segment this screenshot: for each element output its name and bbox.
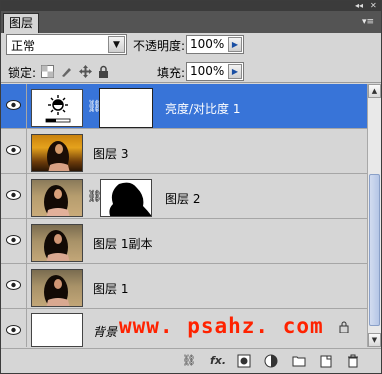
scroll-down-icon[interactable]: ▼ bbox=[368, 333, 381, 347]
layer-name[interactable]: 图层 2 bbox=[165, 190, 200, 207]
layers-panel: ◂◂ ✕ 图层 ▾≡ 正常 ▼ 不透明度: 100% ▶ 锁定: 填充: 100… bbox=[0, 0, 382, 374]
visibility-toggle[interactable] bbox=[1, 174, 27, 218]
eye-icon bbox=[6, 145, 21, 155]
opacity-label: 不透明度: bbox=[133, 39, 186, 53]
portrait-thumbnail-image bbox=[47, 141, 70, 171]
opacity-value: 100% bbox=[190, 37, 225, 51]
adjustment-thumbnail[interactable] bbox=[31, 89, 83, 127]
link-icon[interactable]: ⛓ bbox=[87, 188, 102, 204]
trash-icon[interactable] bbox=[346, 354, 360, 368]
layer-list: ⛓ 亮度/对比度 1 图层 3 ⛓ 图层 2 图层 1副本 图层 1 背景 bbox=[1, 84, 367, 347]
watermark-text: www. psahz. com bbox=[119, 314, 324, 338]
layer-actions-bar: ⛓ fx. bbox=[1, 348, 381, 373]
layer-thumbnail[interactable] bbox=[31, 224, 83, 262]
link-icon[interactable]: ⛓ bbox=[87, 98, 102, 114]
new-layer-icon[interactable] bbox=[319, 354, 333, 368]
layer-name[interactable]: 图层 3 bbox=[93, 145, 128, 162]
layer-thumbnail[interactable] bbox=[31, 134, 83, 172]
panel-tab-row: 图层 ▾≡ bbox=[1, 11, 381, 33]
scrollbar-thumb[interactable] bbox=[369, 174, 380, 326]
layer-row-2[interactable]: ⛓ 图层 2 bbox=[1, 174, 367, 219]
lock-all-icon[interactable] bbox=[97, 65, 110, 78]
lock-move-icon[interactable] bbox=[79, 65, 92, 78]
fill-label: 填充: bbox=[157, 66, 186, 80]
layer-thumbnail[interactable] bbox=[31, 269, 83, 307]
portrait-thumbnail-image bbox=[44, 185, 70, 216]
layer-row-3[interactable]: 图层 3 bbox=[1, 129, 367, 174]
panel-menu-icon[interactable]: ▾≡ bbox=[361, 16, 375, 28]
layer-row-brightness-contrast[interactable]: ⛓ 亮度/对比度 1 bbox=[1, 84, 367, 129]
layer-row-1[interactable]: 图层 1 bbox=[1, 264, 367, 309]
tab-layers[interactable]: 图层 bbox=[3, 13, 39, 33]
eye-icon bbox=[6, 100, 21, 110]
fill-arrow-icon[interactable]: ▶ bbox=[228, 64, 242, 79]
scroll-up-icon[interactable]: ▲ bbox=[368, 84, 381, 98]
lock-transparent-icon[interactable] bbox=[41, 65, 54, 78]
eye-icon bbox=[6, 190, 21, 200]
blend-mode-value: 正常 bbox=[11, 39, 36, 53]
lock-brush-icon[interactable] bbox=[60, 65, 73, 78]
close-icon[interactable]: ✕ bbox=[370, 1, 377, 11]
layer-mask-thumbnail[interactable] bbox=[99, 88, 153, 128]
visibility-toggle[interactable] bbox=[1, 84, 27, 128]
lock-icon bbox=[339, 321, 349, 334]
eye-icon bbox=[6, 235, 21, 245]
layer-thumbnail[interactable] bbox=[31, 179, 83, 217]
group-folder-icon[interactable] bbox=[292, 354, 306, 368]
layer-thumbnail[interactable] bbox=[31, 313, 83, 347]
layer-name[interactable]: 图层 1副本 bbox=[93, 235, 152, 252]
visibility-toggle[interactable] bbox=[1, 219, 27, 263]
opacity-arrow-icon[interactable]: ▶ bbox=[228, 37, 242, 52]
visibility-toggle[interactable] bbox=[1, 129, 27, 173]
layer-name[interactable]: 亮度/对比度 1 bbox=[165, 100, 241, 117]
adjustment-icon[interactable] bbox=[264, 354, 278, 368]
fill-field[interactable]: 100% ▶ bbox=[186, 62, 244, 81]
opacity-field[interactable]: 100% ▶ bbox=[186, 35, 244, 54]
collapse-icon[interactable]: ◂◂ bbox=[355, 1, 363, 11]
blend-row: 正常 ▼ 不透明度: 100% ▶ bbox=[1, 34, 381, 58]
layer-list-scrollbar[interactable]: ▲ ▼ bbox=[367, 84, 381, 347]
blend-mode-select[interactable]: 正常 ▼ bbox=[6, 34, 127, 55]
visibility-toggle[interactable] bbox=[1, 264, 27, 308]
brightness-contrast-icon bbox=[45, 95, 71, 123]
layer-mask-thumbnail[interactable] bbox=[100, 179, 152, 217]
fill-value: 100% bbox=[190, 64, 225, 78]
chevron-down-icon[interactable]: ▼ bbox=[108, 36, 125, 53]
fx-icon[interactable]: fx. bbox=[209, 354, 227, 368]
portrait-thumbnail-image bbox=[44, 230, 70, 261]
panel-titlebar: ◂◂ ✕ bbox=[1, 1, 381, 11]
layer-name[interactable]: 图层 1 bbox=[93, 280, 128, 297]
portrait-thumbnail-image bbox=[44, 275, 70, 306]
layer-row-1-copy[interactable]: 图层 1副本 bbox=[1, 219, 367, 264]
layer-name[interactable]: 背景 bbox=[93, 323, 117, 340]
lock-row: 锁定: 填充: 100% ▶ bbox=[1, 61, 381, 83]
eye-icon bbox=[6, 325, 21, 335]
mask-silhouette-image bbox=[109, 182, 151, 216]
mask-icon[interactable] bbox=[237, 354, 251, 368]
visibility-toggle[interactable] bbox=[1, 309, 27, 347]
link-icon[interactable]: ⛓ bbox=[181, 354, 197, 368]
eye-icon bbox=[6, 280, 21, 290]
lock-label: 锁定: bbox=[8, 66, 37, 80]
